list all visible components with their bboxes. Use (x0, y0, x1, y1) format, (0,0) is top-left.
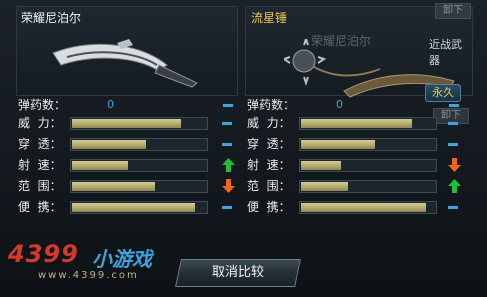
right_weapon-stat-bar (299, 117, 437, 130)
right_weapon-range-arrow-up-icon (448, 179, 461, 193)
right_weapon-stat-row: 威 力： (247, 115, 467, 131)
right_weapon-stat-row: 范 围： (247, 178, 467, 194)
left_weapon-range-arrow-down-icon (222, 179, 235, 193)
left_weapon-stat-bar (70, 117, 208, 130)
right_weapon-penetration-dash-icon (448, 143, 458, 146)
logo-url: www.4399.com (38, 270, 139, 281)
left_weapon-portability-dash-icon (222, 206, 232, 209)
right_weapon-stat-label: 穿 透： (247, 137, 291, 151)
left_weapon-stat-row: 范 围： (18, 178, 238, 194)
left_weapon-stat-row: 便 携： (18, 199, 238, 215)
right_weapon-stat-bar-fill (301, 140, 375, 149)
right-weapon-name: 流星锤 (251, 11, 288, 25)
right_weapon-stat-row: 便 携： (247, 199, 467, 215)
left-weapon-panel: 荣耀尼泊尔 (16, 6, 238, 96)
compare-dialog: 荣耀尼泊尔 流星锤 荣耀尼泊尔 近战武器 卸下 永久 卸下 弹药数： 0 威 力… (0, 0, 487, 297)
right_weapon-stat-label: 范 围： (247, 179, 291, 193)
left_weapon-stat-label: 威 力： (18, 116, 62, 130)
left-ammo-row: 弹药数： 0 (18, 97, 248, 113)
left_weapon-stat-bar (70, 159, 208, 172)
left_weapon-stat-label: 便 携： (18, 200, 62, 214)
left_weapon-stat-row: 威 力： (18, 115, 238, 131)
left_weapon-penetration-dash-icon (222, 143, 232, 146)
logo-brand-2: 小游戏 (92, 247, 152, 271)
right_weapon-stat-bar-fill (301, 182, 348, 191)
right-ammo-value: 0 (336, 98, 343, 111)
right_weapon-stat-bar-fill (301, 161, 341, 170)
site-logo: 4399 小游戏 www.4399.com (4, 240, 174, 294)
left_weapon-stat-bar (70, 180, 208, 193)
left_weapon-stat-bar-fill (72, 119, 181, 128)
right_weapon-stat-bar (299, 159, 437, 172)
cancel-compare-button[interactable]: 取消比较 (175, 259, 301, 287)
left_weapon-stat-bar-fill (72, 140, 146, 149)
left_weapon-stat-label: 穿 透： (18, 137, 62, 151)
right_weapon-stat-row: 射 速： (247, 157, 467, 173)
left_weapon-stat-bar (70, 201, 208, 214)
right_weapon-power-dash-icon (448, 122, 458, 125)
left_weapon-stat-bar-fill (72, 203, 195, 212)
right_weapon-stat-label: 便 携： (247, 200, 291, 214)
right_weapon-stat-bar-fill (301, 203, 426, 212)
right-weapon-panel: 流星锤 荣耀尼泊尔 近战武器 卸下 (245, 3, 473, 98)
right_weapon-stat-label: 威 力： (247, 116, 291, 130)
right_weapon-stat-bar (299, 138, 437, 151)
left-ammo-label: 弹药数： (18, 98, 67, 112)
right_weapon-stat-bar (299, 180, 437, 193)
cancel-compare-label: 取消比较 (211, 265, 264, 280)
left_weapon-stat-row: 射 速： (18, 157, 238, 173)
right-ammo-row: 弹药数： 0 (247, 97, 477, 113)
knife-icon (52, 39, 198, 88)
right_weapon-stat-row: 穿 透： (247, 136, 467, 152)
right_weapon-stat-bar-fill (301, 119, 412, 128)
right_weapon-portability-dash-icon (448, 206, 458, 209)
right-ammo-label: 弹药数： (247, 98, 296, 112)
left_weapon-fire_rate-arrow-up-icon (222, 158, 235, 172)
left_weapon-stat-bar-fill (72, 161, 128, 170)
right_weapon-stat-bar (299, 201, 437, 214)
logo-brand: 4399 (8, 240, 79, 268)
unload-ghost-button: 卸下 (435, 3, 471, 19)
left-weapon-name: 荣耀尼泊尔 (21, 11, 82, 25)
left_weapon-stat-bar-fill (72, 182, 155, 191)
left_weapon-power-dash-icon (222, 122, 232, 125)
left_weapon-stat-row: 穿 透： (18, 136, 238, 152)
right_weapon-stat-label: 射 速： (247, 158, 291, 172)
left_weapon-stat-bar (70, 138, 208, 151)
left-ammo-dash-icon (223, 104, 233, 107)
right-ammo-dash-icon (449, 104, 459, 107)
right_weapon-fire_rate-arrow-down-icon (448, 158, 461, 172)
left_weapon-stat-label: 范 围： (18, 179, 62, 193)
left-ammo-value: 0 (107, 98, 114, 111)
left_weapon-stat-label: 射 速： (18, 158, 62, 172)
